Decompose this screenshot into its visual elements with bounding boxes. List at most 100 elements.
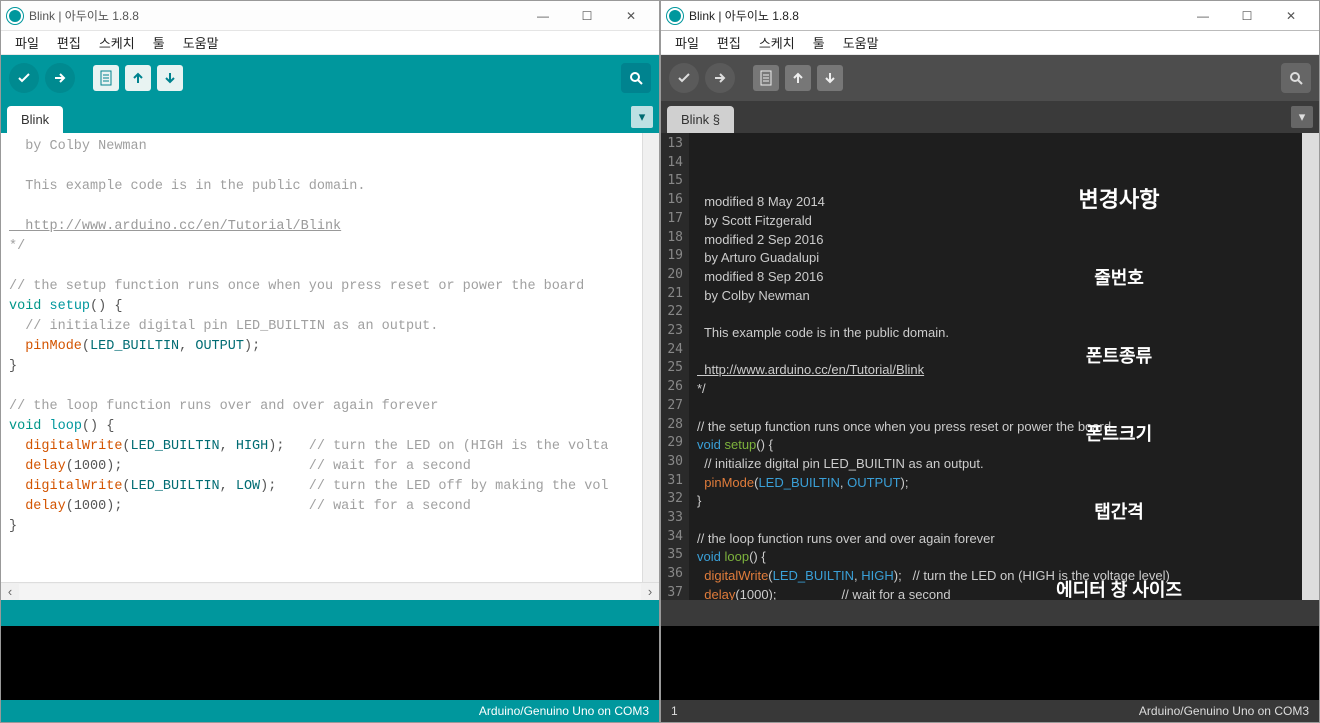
code-line[interactable]: */ [697, 380, 1294, 399]
code-line[interactable]: // the setup function runs once when you… [9, 277, 634, 297]
code-line[interactable]: delay(1000); // wait for a second [9, 457, 634, 477]
code-line[interactable]: modified 2 Sep 2016 [697, 231, 1294, 250]
code-line[interactable]: // the setup function runs once when you… [697, 418, 1294, 437]
window-title: Blink | 아두이노 1.8.8 [689, 7, 1181, 24]
console-area [661, 626, 1319, 700]
code-editor[interactable]: 변경사항 줄번호 폰트종류 폰트크기 탭간격 에디터 창 사이즈 modifie… [689, 133, 1302, 600]
arrow-up-icon [131, 70, 145, 86]
code-line[interactable]: // initialize digital pin LED_BUILTIN as… [697, 455, 1294, 474]
code-line[interactable]: void setup() { [697, 436, 1294, 455]
menu-edit[interactable]: 편집 [711, 31, 747, 54]
new-sketch-button[interactable] [753, 65, 779, 91]
new-sketch-button[interactable] [93, 65, 119, 91]
code-line[interactable]: This example code is in the public domai… [9, 177, 634, 197]
tab-blink[interactable]: Blink § [667, 106, 734, 133]
menu-edit[interactable]: 편집 [51, 31, 87, 54]
tab-dropdown[interactable]: ▾ [1291, 106, 1313, 128]
maximize-button[interactable]: ☐ [565, 2, 609, 30]
serial-monitor-button[interactable] [621, 63, 651, 93]
horizontal-scrollbar[interactable]: ‹ › [1, 582, 659, 600]
code-line[interactable]: digitalWrite(LED_BUILTIN, HIGH); // turn… [697, 567, 1294, 586]
code-line[interactable] [697, 343, 1294, 362]
code-line[interactable]: delay(1000); // wait for a second [9, 497, 634, 517]
code-line[interactable]: modified 8 Sep 2016 [697, 268, 1294, 287]
menu-sketch[interactable]: 스케치 [753, 31, 801, 54]
statusbar: 1 Arduino/Genuino Uno on COM3 [661, 700, 1319, 722]
code-line[interactable]: by Colby Newman [9, 137, 634, 157]
code-line[interactable] [697, 305, 1294, 324]
titlebar[interactable]: Blink | 아두이노 1.8.8 — ☐ ✕ [1, 1, 659, 31]
code-line[interactable]: void loop() { [697, 548, 1294, 567]
close-button[interactable]: ✕ [1269, 2, 1313, 30]
minimize-button[interactable]: — [521, 2, 565, 30]
code-line[interactable]: delay(1000); // wait for a second [697, 586, 1294, 600]
arduino-window-dark: Blink | 아두이노 1.8.8 — ☐ ✕ 파일 편집 스케치 툴 도움말 [660, 0, 1320, 723]
line-number: 28 [661, 416, 683, 435]
maximize-button[interactable]: ☐ [1225, 2, 1269, 30]
code-line[interactable]: pinMode(LED_BUILTIN, OUTPUT); [9, 337, 634, 357]
vertical-scrollbar[interactable] [642, 133, 659, 582]
line-number: 15 [661, 172, 683, 191]
upload-button[interactable] [705, 63, 735, 93]
code-line[interactable] [9, 257, 634, 277]
menu-file[interactable]: 파일 [9, 31, 45, 54]
menu-help[interactable]: 도움말 [837, 31, 885, 54]
vertical-scrollbar[interactable] [1302, 133, 1319, 600]
menu-file[interactable]: 파일 [669, 31, 705, 54]
code-line[interactable]: modified 8 May 2014 [697, 193, 1294, 212]
menu-tools[interactable]: 툴 [807, 31, 831, 54]
menu-tools[interactable]: 툴 [147, 31, 171, 54]
open-sketch-button[interactable] [125, 65, 151, 91]
line-number: 31 [661, 472, 683, 491]
code-line[interactable] [9, 157, 634, 177]
code-line[interactable]: This example code is in the public domai… [697, 324, 1294, 343]
code-line[interactable]: digitalWrite(LED_BUILTIN, HIGH); // turn… [9, 437, 634, 457]
code-line[interactable]: by Arturo Guadalupi [697, 249, 1294, 268]
code-line[interactable]: by Scott Fitzgerald [697, 212, 1294, 231]
code-line[interactable] [9, 377, 634, 397]
code-line[interactable]: } [9, 517, 634, 537]
open-sketch-button[interactable] [785, 65, 811, 91]
code-line[interactable]: } [697, 492, 1294, 511]
titlebar[interactable]: Blink | 아두이노 1.8.8 — ☐ ✕ [661, 1, 1319, 31]
save-sketch-button[interactable] [157, 65, 183, 91]
upload-button[interactable] [45, 63, 75, 93]
verify-button[interactable] [9, 63, 39, 93]
menu-sketch[interactable]: 스케치 [93, 31, 141, 54]
line-number: 26 [661, 378, 683, 397]
code-line[interactable]: http://www.arduino.cc/en/Tutorial/Blink [9, 217, 634, 237]
arduino-icon [667, 8, 683, 24]
arrow-down-icon [163, 70, 177, 86]
code-line[interactable] [9, 197, 634, 217]
line-number: 22 [661, 303, 683, 322]
scroll-left-icon[interactable]: ‹ [1, 583, 19, 601]
close-button[interactable]: ✕ [609, 2, 653, 30]
code-line[interactable]: void setup() { [9, 297, 634, 317]
line-number: 36 [661, 565, 683, 584]
code-line[interactable]: } [9, 357, 634, 377]
line-number: 23 [661, 322, 683, 341]
code-editor[interactable]: by Colby Newman This example code is in … [1, 133, 642, 582]
tab-blink[interactable]: Blink [7, 106, 63, 133]
serial-monitor-button[interactable] [1281, 63, 1311, 93]
check-icon [676, 70, 692, 86]
code-line[interactable]: digitalWrite(LED_BUILTIN, LOW); // turn … [9, 477, 634, 497]
scroll-right-icon[interactable]: › [641, 583, 659, 601]
verify-button[interactable] [669, 63, 699, 93]
code-line[interactable] [697, 511, 1294, 530]
code-line[interactable]: pinMode(LED_BUILTIN, OUTPUT); [697, 474, 1294, 493]
code-line[interactable]: // the loop function runs over and over … [697, 530, 1294, 549]
code-line[interactable]: // the loop function runs over and over … [9, 397, 634, 417]
code-line[interactable]: by Colby Newman [697, 287, 1294, 306]
code-line[interactable]: // initialize digital pin LED_BUILTIN as… [9, 317, 634, 337]
tab-dropdown[interactable]: ▾ [631, 106, 653, 128]
code-line[interactable]: */ [9, 237, 634, 257]
code-line[interactable]: http://www.arduino.cc/en/Tutorial/Blink [697, 361, 1294, 380]
scroll-track[interactable] [19, 584, 641, 600]
code-line[interactable]: void loop() { [9, 417, 634, 437]
line-number: 35 [661, 546, 683, 565]
minimize-button[interactable]: — [1181, 2, 1225, 30]
save-sketch-button[interactable] [817, 65, 843, 91]
code-line[interactable] [697, 399, 1294, 418]
menu-help[interactable]: 도움말 [177, 31, 225, 54]
